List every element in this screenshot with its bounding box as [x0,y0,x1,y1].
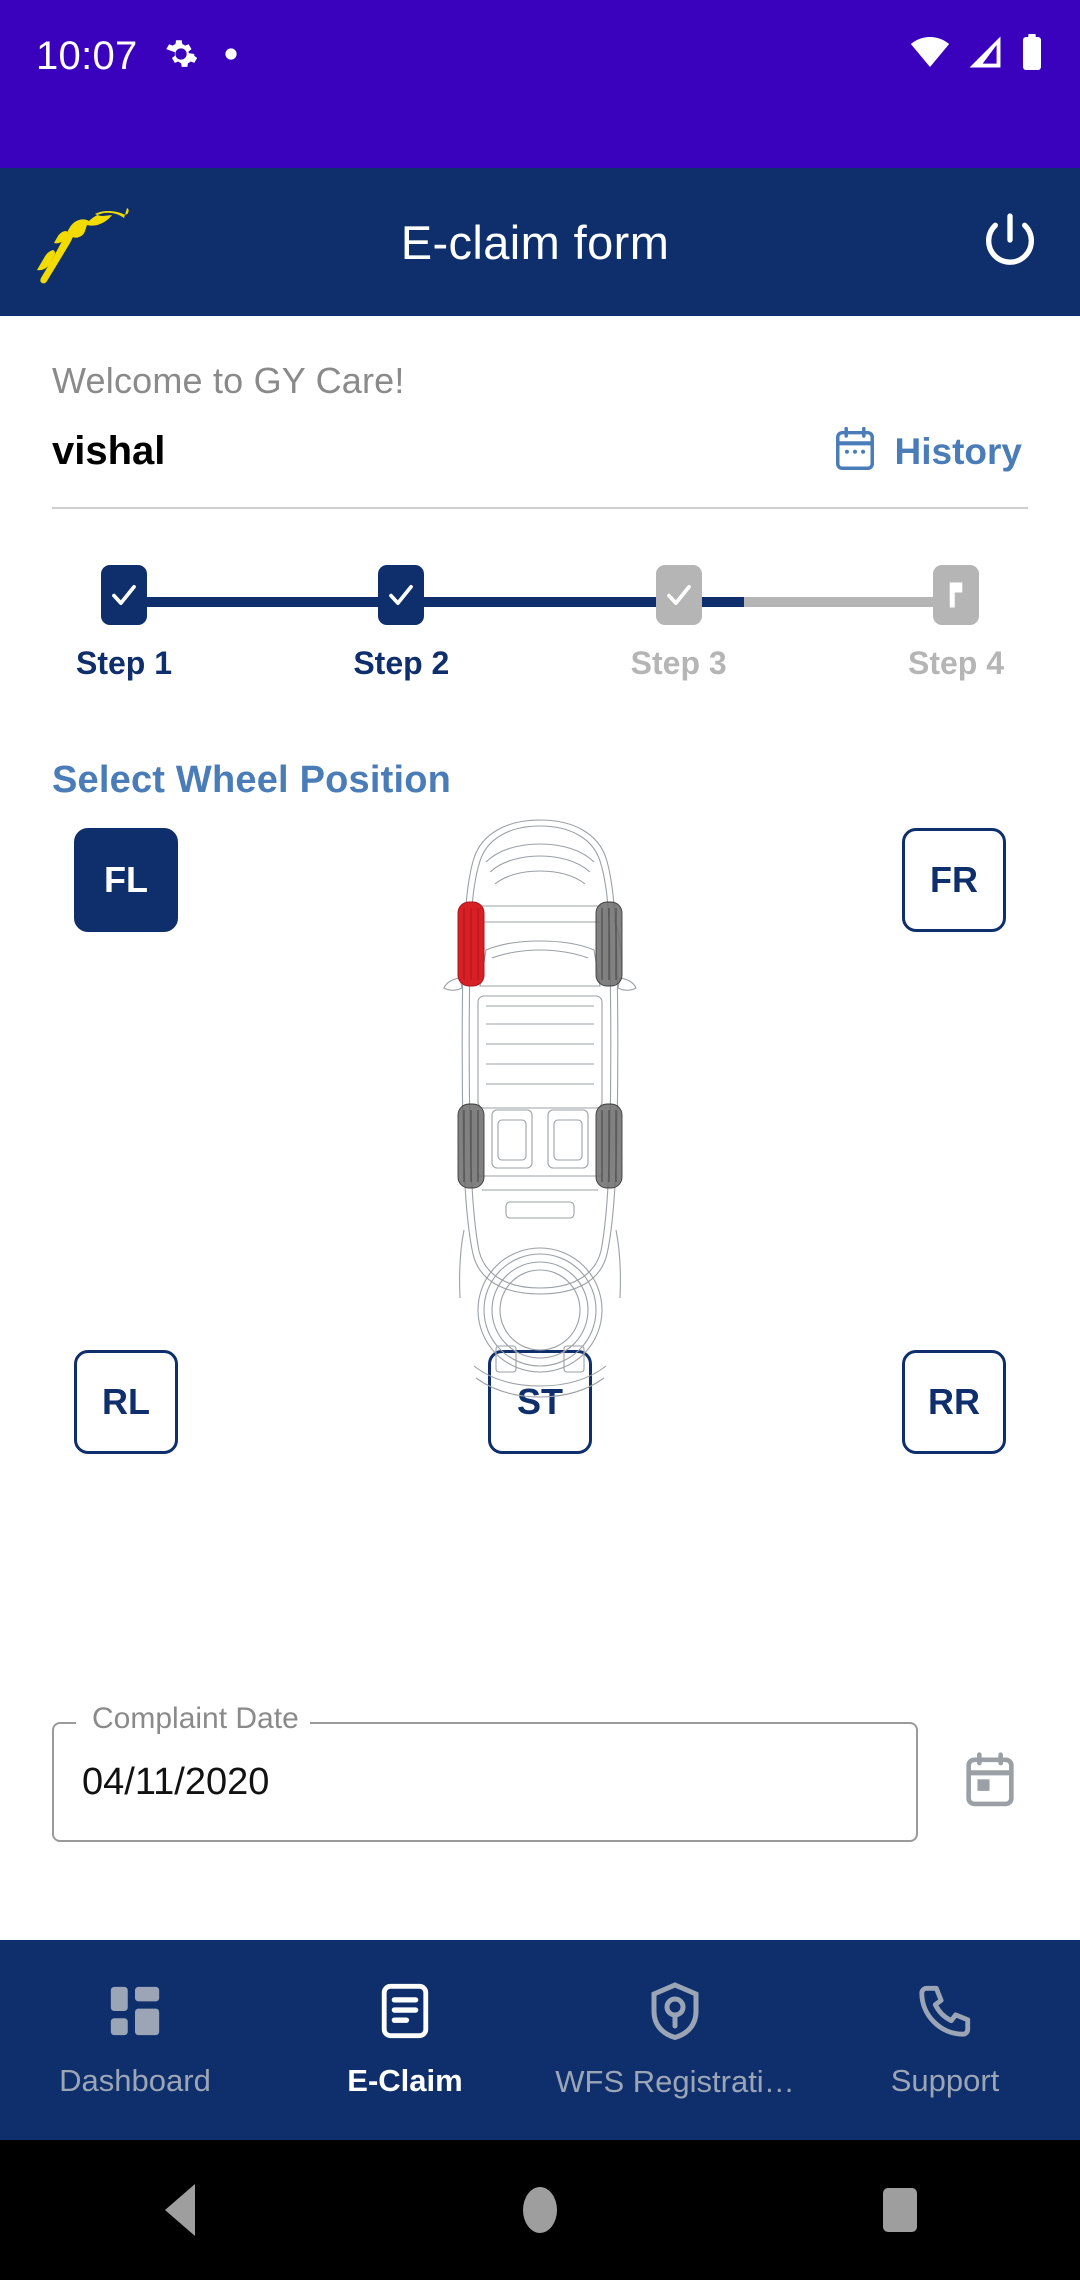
logout-button[interactable] [940,208,1080,277]
nav-label-dashboard: Dashboard [59,2062,211,2098]
user-name: vishal [52,429,166,473]
wheel-button-rl-label: RL [102,1381,150,1422]
car-top-view-diagram [400,810,680,1430]
status-bar-clock: 10:07 [36,34,138,78]
section-divider [52,507,1028,509]
wheel-section-title: Select Wheel Position [52,759,452,801]
nav-item-eclaim[interactable]: E-Claim [270,1982,540,2099]
calendar-icon [833,426,877,477]
history-button[interactable]: History [833,426,1028,477]
gear-icon [164,37,198,76]
wheel-position-picker: FL FR RL ST RR [52,819,1028,1698]
form-content: Welcome to GY Care! vishal History Step … [0,316,1080,1940]
page-title: E-claim form [400,215,670,269]
wheel-button-fr[interactable]: FR [902,828,1006,932]
nav-label-support: Support [890,2062,1000,2098]
stepper-step-3[interactable]: Step 3 [617,565,741,682]
stepper-step-2-box [378,565,425,625]
stepper-step-2-label: Step 2 [353,645,450,681]
app-bar: E-claim form [0,168,1080,316]
check-icon [666,585,691,605]
wheel-button-rr[interactable]: RR [902,1350,1006,1454]
battery-icon [1020,34,1044,75]
document-icon [377,1982,433,2045]
stepper-step-1[interactable]: Step 1 [62,565,186,682]
complaint-date-label: Complaint Date [84,1702,307,1736]
stepper-step-3-label: Step 3 [630,645,727,681]
dot-icon [224,47,238,66]
stepper-step-4[interactable]: Step 4 [894,565,1018,682]
complaint-date-value: 04/11/2020 [82,1760,270,1803]
wifi-icon [910,35,950,74]
goodyear-winged-foot-logo-icon [20,194,130,291]
calendar-icon [962,1751,1018,1814]
progress-stepper: Step 1 Step 2 Step 3 Step 4 [62,565,1018,695]
android-recents-button[interactable] [840,2140,960,2280]
status-bar-left: 10:07 [36,34,238,79]
nav-item-support[interactable]: Support [810,1982,1080,2099]
wheel-button-rl[interactable]: RL [74,1350,178,1454]
cellular-icon [966,35,1004,74]
check-icon [112,585,136,605]
shield-user-icon [647,1981,703,2046]
android-navigation-bar [0,2140,1080,2280]
android-home-button[interactable] [480,2140,600,2280]
complaint-date-row: Complaint Date 04/11/2020 [52,1702,1028,1842]
stepper-step-1-label: Step 1 [75,645,173,681]
nav-label-wfs-registration: WFS Registrati… [555,2063,795,2099]
home-circle-icon [523,2187,557,2233]
wheel-button-fl[interactable]: FL [74,828,178,932]
wheel-button-fl-label: FL [104,859,148,900]
grid-icon [106,1982,164,2045]
history-label: History [894,430,1022,472]
android-back-button[interactable] [120,2140,240,2280]
nav-item-dashboard[interactable]: Dashboard [0,1982,270,2099]
status-bar-right [910,34,1044,75]
flag-icon [949,582,963,608]
nav-label-eclaim: E-Claim [347,2062,463,2098]
brand-logo [0,194,150,291]
stepper-step-4-label: Step 4 [907,645,1004,681]
status-bar: 10:07 [0,0,1080,168]
wheel-button-rr-label: RR [928,1381,980,1422]
stepper-step-3-box [655,565,702,625]
wheel-button-fr-label: FR [930,859,978,900]
wheel-front-left-graphic-selected [457,901,485,987]
stepper-nodes: Step 1 Step 2 Step 3 Step 4 [62,565,1018,682]
nav-item-wfs-registration[interactable]: WFS Registrati… [540,1981,810,2100]
bottom-navigation: Dashboard E-Claim WFS Registrati… Suppor… [0,1940,1080,2140]
complaint-date-field[interactable]: Complaint Date 04/11/2020 [52,1702,918,1842]
check-icon [389,585,414,605]
welcome-greeting: Welcome to GY Care! [52,360,405,401]
power-icon [978,208,1042,277]
date-picker-button[interactable] [952,1751,1028,1814]
wheel-front-right-graphic [595,901,623,987]
phone-icon [916,1982,974,2045]
back-triangle-icon [165,2184,195,2236]
phone-screen: 10:07 E-claim form Welcome to GY Care! v… [0,0,1080,2280]
stepper-step-1-box [101,565,147,625]
stepper-step-4-box [932,565,979,625]
user-row: vishal History [52,426,1028,477]
stepper-step-2[interactable]: Step 2 [339,565,463,682]
recents-square-icon [883,2188,917,2232]
